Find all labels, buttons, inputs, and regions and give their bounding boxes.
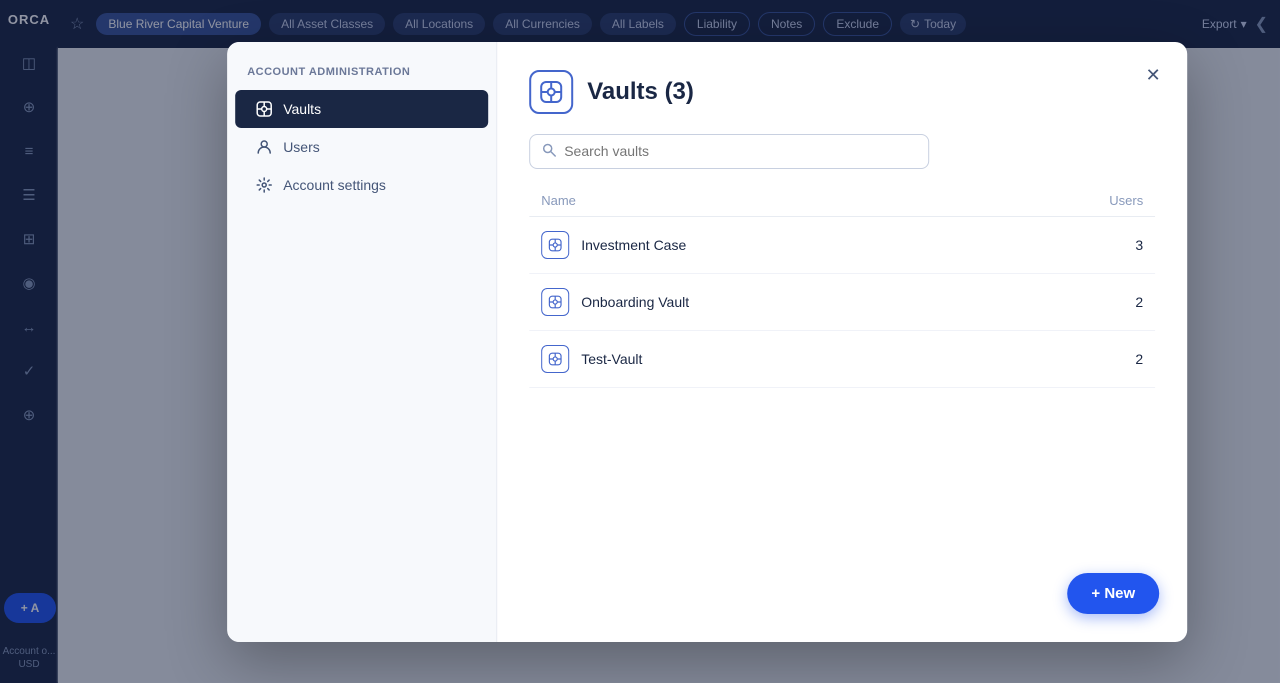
modal-sidebar: Account administration Vaults	[227, 42, 497, 642]
search-bar	[529, 134, 929, 169]
users-sidebar-icon	[255, 138, 273, 156]
modal-title: Vaults (3)	[587, 78, 694, 106]
vault-users: 2	[1135, 294, 1143, 310]
search-icon	[542, 143, 556, 160]
vault-icon-small	[541, 345, 569, 373]
row-left: Investment Case	[541, 231, 686, 259]
vault-name: Test-Vault	[581, 351, 642, 367]
vault-users: 2	[1135, 351, 1143, 367]
modal-sidebar-header: Account administration	[227, 66, 496, 90]
vault-name: Investment Case	[581, 237, 686, 253]
table-row[interactable]: Investment Case 3	[529, 217, 1155, 274]
account-settings-sidebar-icon	[255, 176, 273, 194]
close-icon: ✕	[1146, 65, 1161, 86]
vaults-label: Vaults	[283, 101, 321, 117]
modal-main: ✕ Vaults (3)	[497, 42, 1187, 642]
vault-users: 3	[1135, 237, 1143, 253]
row-left: Test-Vault	[541, 345, 642, 373]
users-label: Users	[283, 139, 320, 155]
sidebar-item-account-settings[interactable]: Account settings	[235, 166, 488, 204]
account-settings-label: Account settings	[283, 177, 386, 193]
table-row[interactable]: Onboarding Vault 2	[529, 274, 1155, 331]
vault-icon-large	[529, 70, 573, 114]
new-button[interactable]: + New	[1067, 573, 1159, 614]
col-users-header: Users	[1109, 193, 1143, 208]
account-admin-modal: Account administration Vaults	[227, 42, 1187, 642]
vault-icon-small	[541, 231, 569, 259]
sidebar-item-users[interactable]: Users	[235, 128, 488, 166]
close-button[interactable]: ✕	[1139, 62, 1167, 90]
vault-icon-small	[541, 288, 569, 316]
table-header: Name Users	[529, 193, 1155, 217]
vaults-table: Name Users Investmen	[529, 193, 1155, 614]
table-row[interactable]: Test-Vault 2	[529, 331, 1155, 388]
new-button-label: + New	[1091, 585, 1135, 602]
col-name-header: Name	[541, 193, 576, 208]
row-left: Onboarding Vault	[541, 288, 689, 316]
vault-name: Onboarding Vault	[581, 294, 689, 310]
search-input[interactable]	[564, 143, 916, 159]
modal-title-row: Vaults (3)	[529, 70, 1155, 114]
sidebar-item-vaults[interactable]: Vaults	[235, 90, 488, 128]
vaults-sidebar-icon	[255, 100, 273, 118]
